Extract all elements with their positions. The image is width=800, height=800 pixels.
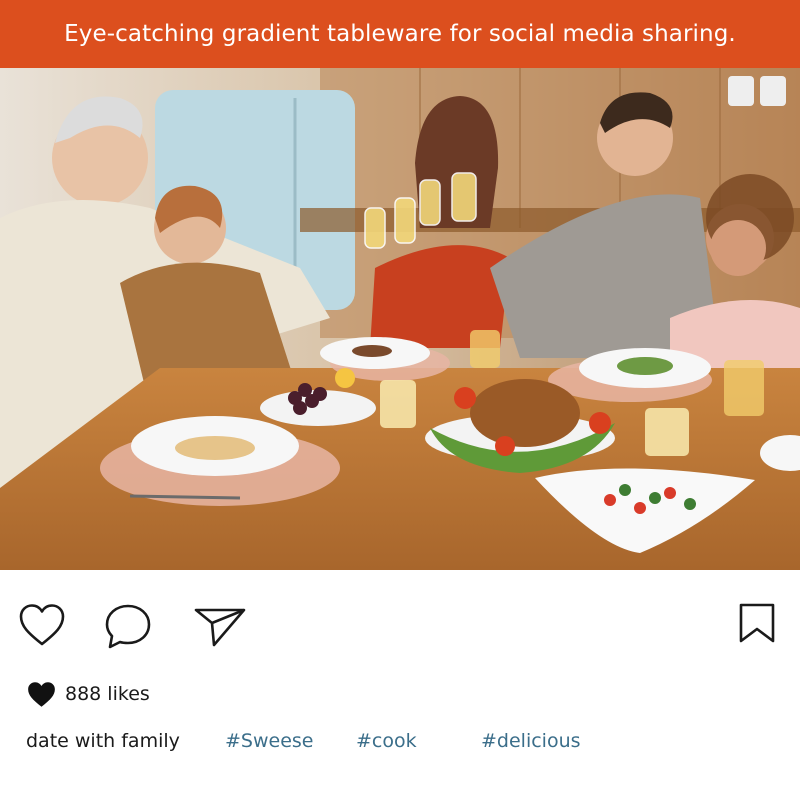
heart-icon	[19, 604, 65, 646]
dinner-scene-illustration	[0, 68, 800, 570]
hashtag-link[interactable]: #cook	[356, 730, 417, 752]
caption-text: date with family	[26, 730, 180, 752]
hashtag-link[interactable]: #Sweese	[225, 730, 314, 752]
share-button[interactable]	[193, 606, 247, 648]
banner-text: Eye-catching gradient tableware for soci…	[64, 21, 736, 47]
comment-button[interactable]	[104, 603, 152, 651]
post-image[interactable]	[0, 68, 800, 570]
comment-bubble-icon	[105, 604, 151, 649]
bookmark-icon	[739, 603, 775, 643]
promo-banner: Eye-catching gradient tableware for soci…	[0, 0, 800, 68]
post-caption: date with family #Sweese #cook #deliciou…	[26, 730, 786, 760]
filled-heart-icon	[28, 682, 55, 707]
like-button[interactable]	[18, 602, 66, 648]
post-actions-bar	[0, 598, 800, 650]
likes-row: 888 likes	[26, 678, 150, 710]
save-button[interactable]	[738, 602, 776, 644]
send-icon	[194, 608, 246, 647]
likes-count[interactable]: 888 likes	[65, 683, 150, 705]
hashtag-link[interactable]: #delicious	[481, 730, 581, 752]
